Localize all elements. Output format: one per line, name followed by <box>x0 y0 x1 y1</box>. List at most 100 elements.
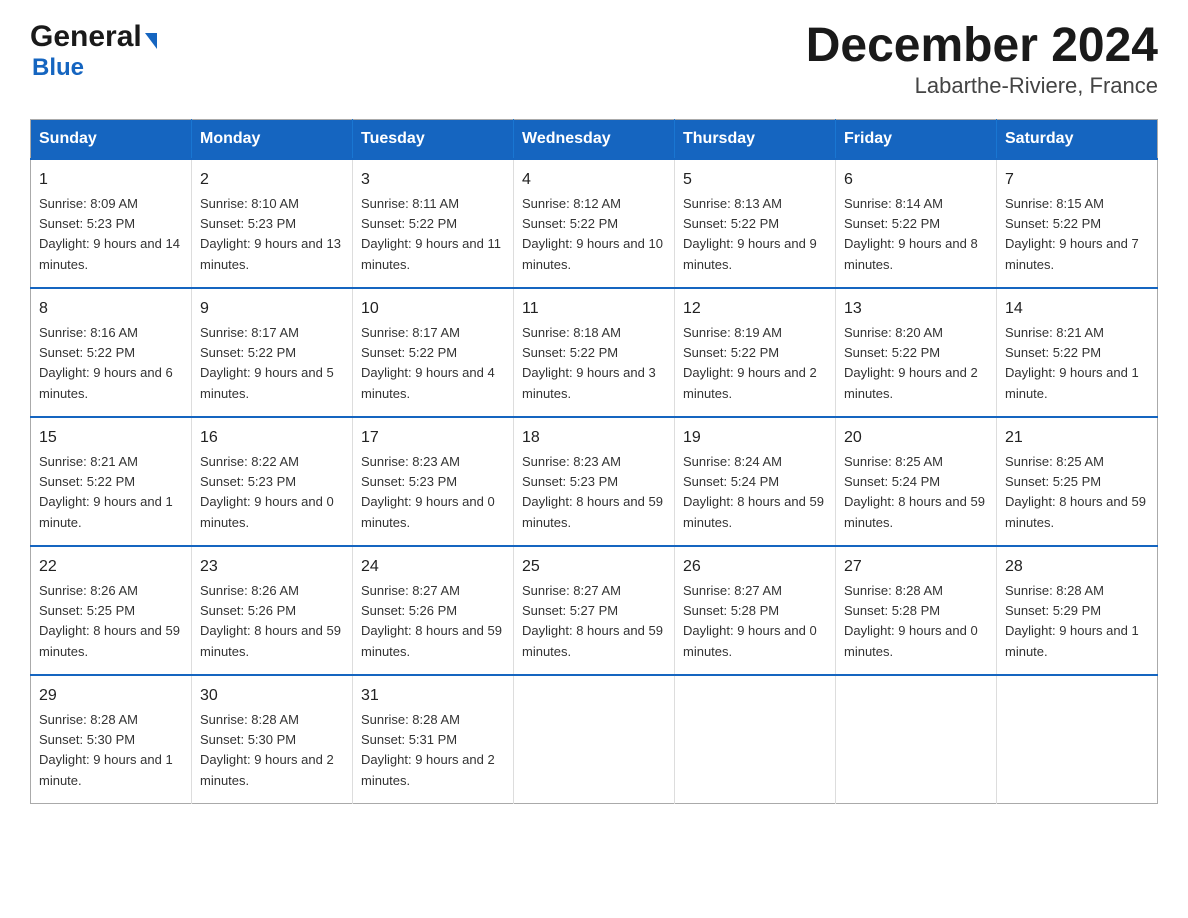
calendar-cell: 1 Sunrise: 8:09 AMSunset: 5:23 PMDaylight… <box>31 159 192 288</box>
day-number: 15 <box>39 426 183 450</box>
weekday-header-thursday: Thursday <box>675 119 836 159</box>
day-number: 17 <box>361 426 505 450</box>
calendar-week-3: 15 Sunrise: 8:21 AMSunset: 5:22 PMDayligh… <box>31 417 1158 546</box>
calendar-cell: 22 Sunrise: 8:26 AMSunset: 5:25 PMDayligh… <box>31 546 192 675</box>
calendar-cell: 28Sunrise: 8:28 AMSunset: 5:29 PMDayligh… <box>997 546 1158 675</box>
day-number: 1 <box>39 168 183 192</box>
calendar-cell: 20Sunrise: 8:25 AMSunset: 5:24 PMDayligh… <box>836 417 997 546</box>
calendar-cell: 23 Sunrise: 8:26 AMSunset: 5:26 PMDayligh… <box>192 546 353 675</box>
day-info: Sunrise: 8:27 AMSunset: 5:27 PMDaylight:… <box>522 583 663 659</box>
day-info: Sunrise: 8:15 AMSunset: 5:22 PMDaylight:… <box>1005 196 1139 272</box>
day-number: 27 <box>844 555 988 579</box>
day-number: 2 <box>200 168 344 192</box>
day-number: 28 <box>1005 555 1149 579</box>
day-info: Sunrise: 8:18 AMSunset: 5:22 PMDaylight:… <box>522 325 656 401</box>
weekday-header-monday: Monday <box>192 119 353 159</box>
calendar-body: 1 Sunrise: 8:09 AMSunset: 5:23 PMDaylight… <box>31 159 1158 804</box>
logo-triangle-icon <box>145 33 157 49</box>
calendar-cell: 6 Sunrise: 8:14 AMSunset: 5:22 PMDaylight… <box>836 159 997 288</box>
day-number: 30 <box>200 684 344 708</box>
day-number: 20 <box>844 426 988 450</box>
day-info: Sunrise: 8:09 AMSunset: 5:23 PMDaylight:… <box>39 196 180 272</box>
page-header: General Blue December 2024 Labarthe-Rivi… <box>30 20 1158 99</box>
weekday-header-sunday: Sunday <box>31 119 192 159</box>
calendar-cell: 18 Sunrise: 8:23 AMSunset: 5:23 PMDayligh… <box>514 417 675 546</box>
day-info: Sunrise: 8:22 AMSunset: 5:23 PMDaylight:… <box>200 454 334 530</box>
day-number: 24 <box>361 555 505 579</box>
day-info: Sunrise: 8:27 AMSunset: 5:28 PMDaylight:… <box>683 583 817 659</box>
day-info: Sunrise: 8:23 AMSunset: 5:23 PMDaylight:… <box>361 454 495 530</box>
day-info: Sunrise: 8:21 AMSunset: 5:22 PMDaylight:… <box>1005 325 1139 401</box>
calendar-cell: 21Sunrise: 8:25 AMSunset: 5:25 PMDayligh… <box>997 417 1158 546</box>
calendar-cell: 12 Sunrise: 8:19 AMSunset: 5:22 PMDayligh… <box>675 288 836 417</box>
calendar-cell <box>997 675 1158 804</box>
day-number: 25 <box>522 555 666 579</box>
day-number: 12 <box>683 297 827 321</box>
calendar-cell: 16 Sunrise: 8:22 AMSunset: 5:23 PMDayligh… <box>192 417 353 546</box>
calendar-cell: 13Sunrise: 8:20 AMSunset: 5:22 PMDayligh… <box>836 288 997 417</box>
calendar-cell: 30Sunrise: 8:28 AMSunset: 5:30 PMDayligh… <box>192 675 353 804</box>
day-number: 4 <box>522 168 666 192</box>
calendar-cell: 24 Sunrise: 8:27 AMSunset: 5:26 PMDayligh… <box>353 546 514 675</box>
calendar-cell: 17 Sunrise: 8:23 AMSunset: 5:23 PMDayligh… <box>353 417 514 546</box>
day-number: 22 <box>39 555 183 579</box>
calendar-cell: 25 Sunrise: 8:27 AMSunset: 5:27 PMDayligh… <box>514 546 675 675</box>
day-number: 31 <box>361 684 505 708</box>
day-info: Sunrise: 8:19 AMSunset: 5:22 PMDaylight:… <box>683 325 817 401</box>
day-info: Sunrise: 8:27 AMSunset: 5:26 PMDaylight:… <box>361 583 502 659</box>
calendar-cell: 31 Sunrise: 8:28 AMSunset: 5:31 PMDayligh… <box>353 675 514 804</box>
calendar-header: SundayMondayTuesdayWednesdayThursdayFrid… <box>31 119 1158 159</box>
day-info: Sunrise: 8:28 AMSunset: 5:28 PMDaylight:… <box>844 583 978 659</box>
calendar-cell: 27 Sunrise: 8:28 AMSunset: 5:28 PMDayligh… <box>836 546 997 675</box>
calendar-cell: 29Sunrise: 8:28 AMSunset: 5:30 PMDayligh… <box>31 675 192 804</box>
day-number: 13 <box>844 297 988 321</box>
day-info: Sunrise: 8:21 AMSunset: 5:22 PMDaylight:… <box>39 454 173 530</box>
day-info: Sunrise: 8:24 AMSunset: 5:24 PMDaylight:… <box>683 454 824 530</box>
weekday-header-friday: Friday <box>836 119 997 159</box>
weekday-header-row: SundayMondayTuesdayWednesdayThursdayFrid… <box>31 119 1158 159</box>
calendar-cell: 15 Sunrise: 8:21 AMSunset: 5:22 PMDayligh… <box>31 417 192 546</box>
calendar-cell: 2 Sunrise: 8:10 AMSunset: 5:23 PMDaylight… <box>192 159 353 288</box>
day-info: Sunrise: 8:26 AMSunset: 5:25 PMDaylight:… <box>39 583 180 659</box>
day-info: Sunrise: 8:14 AMSunset: 5:22 PMDaylight:… <box>844 196 978 272</box>
calendar-cell: 9 Sunrise: 8:17 AMSunset: 5:22 PMDaylight… <box>192 288 353 417</box>
day-number: 6 <box>844 168 988 192</box>
day-info: Sunrise: 8:23 AMSunset: 5:23 PMDaylight:… <box>522 454 663 530</box>
calendar-week-5: 29Sunrise: 8:28 AMSunset: 5:30 PMDayligh… <box>31 675 1158 804</box>
day-info: Sunrise: 8:26 AMSunset: 5:26 PMDaylight:… <box>200 583 341 659</box>
weekday-header-wednesday: Wednesday <box>514 119 675 159</box>
calendar-cell: 5Sunrise: 8:13 AMSunset: 5:22 PMDaylight… <box>675 159 836 288</box>
day-number: 14 <box>1005 297 1149 321</box>
day-number: 16 <box>200 426 344 450</box>
day-info: Sunrise: 8:17 AMSunset: 5:22 PMDaylight:… <box>361 325 495 401</box>
day-info: Sunrise: 8:28 AMSunset: 5:30 PMDaylight:… <box>39 712 173 788</box>
day-number: 18 <box>522 426 666 450</box>
day-number: 7 <box>1005 168 1149 192</box>
day-info: Sunrise: 8:17 AMSunset: 5:22 PMDaylight:… <box>200 325 334 401</box>
day-number: 11 <box>522 297 666 321</box>
day-number: 26 <box>683 555 827 579</box>
calendar-cell <box>675 675 836 804</box>
calendar-week-2: 8Sunrise: 8:16 AMSunset: 5:22 PMDaylight… <box>31 288 1158 417</box>
day-number: 5 <box>683 168 827 192</box>
calendar-cell: 7 Sunrise: 8:15 AMSunset: 5:22 PMDaylight… <box>997 159 1158 288</box>
day-number: 23 <box>200 555 344 579</box>
day-number: 8 <box>39 297 183 321</box>
calendar-table: SundayMondayTuesdayWednesdayThursdayFrid… <box>30 119 1158 804</box>
weekday-header-tuesday: Tuesday <box>353 119 514 159</box>
day-number: 3 <box>361 168 505 192</box>
calendar-week-4: 22 Sunrise: 8:26 AMSunset: 5:25 PMDayligh… <box>31 546 1158 675</box>
calendar-cell: 8Sunrise: 8:16 AMSunset: 5:22 PMDaylight… <box>31 288 192 417</box>
day-info: Sunrise: 8:28 AMSunset: 5:31 PMDaylight:… <box>361 712 495 788</box>
calendar-title: December 2024 <box>806 20 1158 73</box>
day-info: Sunrise: 8:10 AMSunset: 5:23 PMDaylight:… <box>200 196 341 272</box>
day-info: Sunrise: 8:12 AMSunset: 5:22 PMDaylight:… <box>522 196 663 272</box>
calendar-cell: 26 Sunrise: 8:27 AMSunset: 5:28 PMDayligh… <box>675 546 836 675</box>
day-number: 19 <box>683 426 827 450</box>
day-info: Sunrise: 8:25 AMSunset: 5:25 PMDaylight:… <box>1005 454 1146 530</box>
calendar-cell <box>836 675 997 804</box>
title-block: December 2024 Labarthe-Riviere, France <box>806 20 1158 99</box>
logo: General Blue <box>30 20 157 82</box>
calendar-location: Labarthe-Riviere, France <box>806 73 1158 99</box>
day-number: 9 <box>200 297 344 321</box>
